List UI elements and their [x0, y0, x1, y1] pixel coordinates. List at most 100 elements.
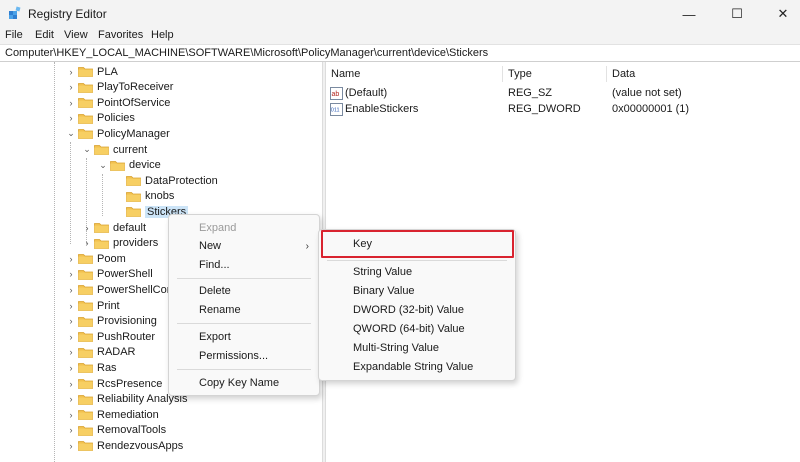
submenu-item-string-value[interactable]: String Value	[353, 263, 412, 281]
menu-item-find[interactable]: Find...	[199, 256, 230, 274]
string-value-icon: ab	[330, 87, 343, 100]
tree-node[interactable]: › PowerShell	[66, 267, 153, 282]
tree-node-label: PointOfService	[97, 96, 171, 109]
value-row-enablestickers[interactable]: 011 EnableStickers REG_DWORD 0x00000001 …	[326, 102, 800, 118]
collapse-arrow-icon[interactable]: ⌄	[82, 144, 92, 155]
tree-node[interactable]: › Remediation	[66, 407, 159, 422]
tree-node-label: PowerShellCore	[97, 283, 177, 296]
expand-arrow-icon[interactable]: ›	[66, 332, 76, 342]
tree-node[interactable]: › providers	[82, 236, 159, 251]
tree-node[interactable]: ⌄ current	[82, 142, 147, 157]
maximize-button[interactable]: ☐	[714, 0, 760, 28]
menu-item-delete[interactable]: Delete	[199, 282, 231, 300]
menu-view[interactable]: View	[64, 29, 88, 41]
menu-item-permissions[interactable]: Permissions...	[199, 347, 268, 365]
title-bar: Registry Editor — ☐ ✕	[0, 0, 800, 28]
key-context-menu: Expand New › Find... Delete Rename Expor…	[168, 214, 320, 396]
tree-node[interactable]: › Print	[66, 298, 120, 313]
address-path[interactable]: Computer\HKEY_LOCAL_MACHINE\SOFTWARE\Mic…	[5, 47, 488, 59]
tree-node[interactable]: ⌄ PolicyManager	[66, 126, 170, 141]
submenu-item-multi-string-value[interactable]: Multi-String Value	[353, 339, 439, 357]
expand-arrow-icon[interactable]: ›	[66, 285, 76, 295]
expand-arrow-icon[interactable]: ›	[66, 410, 76, 420]
submenu-item-binary-value[interactable]: Binary Value	[353, 282, 415, 300]
expand-arrow-icon[interactable]: ›	[66, 269, 76, 279]
highlight-box	[321, 230, 514, 258]
minimize-button[interactable]: —	[666, 0, 712, 28]
column-header-type[interactable]: Type	[508, 68, 532, 80]
column-divider[interactable]	[606, 66, 607, 82]
collapse-arrow-icon[interactable]: ⌄	[98, 160, 108, 171]
menu-help[interactable]: Help	[151, 29, 174, 41]
expand-arrow-icon[interactable]: ›	[66, 441, 76, 451]
tree-node-label: RADAR	[97, 346, 136, 359]
menu-file[interactable]: File	[5, 29, 23, 41]
expand-arrow-icon[interactable]: ›	[66, 301, 76, 311]
menu-edit[interactable]: Edit	[35, 29, 54, 41]
menu-item-rename[interactable]: Rename	[199, 301, 241, 319]
tree-node[interactable]: › PointOfService	[66, 95, 171, 110]
expand-arrow-icon[interactable]: ›	[66, 98, 76, 108]
folder-icon	[78, 378, 93, 389]
expand-arrow-icon[interactable]: ›	[66, 82, 76, 92]
svg-text:ab: ab	[332, 91, 340, 98]
svg-text:011: 011	[331, 108, 340, 114]
tree-node[interactable]: › PLA	[66, 64, 118, 79]
folder-icon	[78, 66, 93, 77]
expand-arrow-icon[interactable]: ›	[66, 394, 76, 404]
tree-node-label: Remediation	[97, 408, 159, 421]
folder-icon	[94, 238, 109, 249]
menu-item-export[interactable]: Export	[199, 328, 231, 346]
tree-node[interactable]: › default	[82, 220, 147, 235]
column-header-name[interactable]: Name	[331, 68, 360, 80]
collapse-arrow-icon[interactable]: ⌄	[66, 128, 76, 139]
menu-item-copy-key-name[interactable]: Copy Key Name	[199, 374, 279, 392]
tree-node[interactable]: › RendezvousApps	[66, 438, 184, 453]
tree-node[interactable]: › PowerShellCore	[66, 282, 177, 297]
column-divider[interactable]	[502, 66, 503, 82]
expand-arrow-icon[interactable]: ›	[66, 113, 76, 123]
close-button[interactable]: ✕	[760, 0, 800, 28]
expand-arrow-icon[interactable]: ›	[82, 238, 92, 248]
tree-node[interactable]: › Ras	[66, 360, 117, 375]
binary-value-icon: 011	[330, 103, 343, 116]
tree-node-label: DataProtection	[145, 174, 218, 187]
tree-node[interactable]: knobs	[114, 189, 174, 204]
tree-node[interactable]: DataProtection	[114, 173, 218, 188]
submenu-item-qword-value[interactable]: QWORD (64-bit) Value	[353, 320, 465, 338]
tree-node-label: Ras	[97, 361, 117, 374]
expand-arrow-icon[interactable]: ›	[66, 363, 76, 373]
tree-node[interactable]: › PushRouter	[66, 329, 156, 344]
tree-guide-line	[70, 142, 71, 244]
menu-bar: File Edit View Favorites Help	[0, 28, 800, 44]
expand-arrow-icon[interactable]: ›	[66, 316, 76, 326]
column-header-data[interactable]: Data	[612, 68, 635, 80]
tree-node[interactable]: › Policies	[66, 111, 135, 126]
menu-item-expand[interactable]: Expand	[199, 219, 236, 237]
expand-arrow-icon[interactable]: ›	[82, 223, 92, 233]
address-bar[interactable]: Computer\HKEY_LOCAL_MACHINE\SOFTWARE\Mic…	[0, 44, 800, 62]
tree-node[interactable]: › RemovalTools	[66, 423, 167, 438]
tree-node[interactable]: › Poom	[66, 251, 126, 266]
minimize-icon: —	[682, 6, 696, 22]
expand-arrow-icon[interactable]: ›	[66, 347, 76, 357]
tree-node[interactable]: ⌄ device	[98, 158, 161, 173]
tree-node[interactable]: › PlayToReceiver	[66, 80, 174, 95]
menu-favorites[interactable]: Favorites	[98, 29, 143, 41]
folder-icon	[78, 316, 93, 327]
value-name: (Default)	[345, 87, 388, 99]
folder-icon	[78, 362, 93, 374]
tree-node[interactable]: › RcsPresence	[66, 376, 163, 391]
menu-item-new[interactable]: New ›	[169, 237, 319, 255]
expand-arrow-icon[interactable]: ›	[66, 425, 76, 435]
menu-separator	[177, 323, 311, 324]
value-row-default[interactable]: ab (Default) REG_SZ (value not set)	[326, 86, 800, 102]
expand-arrow-icon[interactable]: ›	[66, 67, 76, 77]
submenu-item-dword-value[interactable]: DWORD (32-bit) Value	[353, 301, 464, 319]
tree-node[interactable]: › RADAR	[66, 345, 136, 360]
expand-arrow-icon[interactable]: ›	[66, 254, 76, 264]
folder-icon	[94, 222, 109, 233]
submenu-item-expandable-string-value[interactable]: Expandable String Value	[353, 358, 473, 376]
tree-node[interactable]: › Provisioning	[66, 314, 157, 329]
expand-arrow-icon[interactable]: ›	[66, 379, 76, 389]
